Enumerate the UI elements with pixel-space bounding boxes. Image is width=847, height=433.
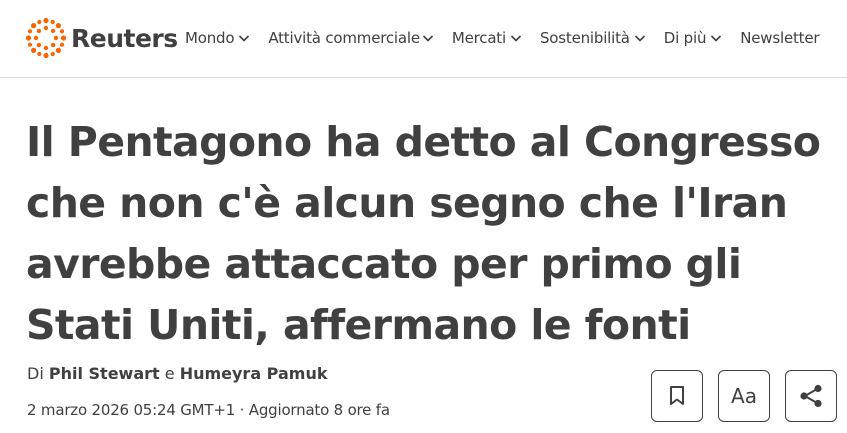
text-size-label: Aa [731, 384, 757, 408]
article-dateline: 2 marzo 2026 05:24 GMT+1 · Aggiornato 8 … [27, 401, 390, 419]
byline-conjunction: e [164, 364, 175, 383]
article-byline: Di Phil Stewart e Humeyra Pamuk [27, 364, 327, 383]
chevron-down-icon [634, 32, 646, 44]
nav-item-label: Newsletter [740, 29, 820, 47]
nav-item-mercati[interactable]: Mercati [452, 29, 522, 47]
article-actions: Aa [651, 370, 837, 422]
nav-item-di-piu[interactable]: Di più [664, 29, 722, 47]
nav-item-attivita-commerciale[interactable]: Attività commerciale [268, 29, 434, 47]
reuters-dots-logo-icon [25, 17, 67, 59]
bookmark-button[interactable] [651, 370, 703, 422]
main-nav: Mondo Attività commerciale Mercati Soste… [185, 26, 837, 50]
nav-item-label: Mondo [185, 29, 235, 47]
share-button[interactable] [785, 370, 837, 422]
chevron-down-icon [510, 32, 522, 44]
nav-item-mondo[interactable]: Mondo [185, 29, 250, 47]
nav-item-label: Sostenibilità [539, 29, 630, 47]
article-headline: Il Pentagono ha detto al Congresso che n… [26, 118, 821, 349]
nav-item-label: Attività commerciale [268, 29, 420, 47]
nav-item-label: Mercati [451, 29, 506, 47]
nav-item-sostenibilita[interactable]: Sostenibilità [540, 29, 646, 47]
chevron-down-icon [238, 32, 250, 44]
chevron-down-icon [710, 32, 722, 44]
bookmark-icon [670, 386, 684, 405]
brand-name: Reuters [71, 23, 178, 53]
author-link-humeyra-pamuk[interactable]: Humeyra Pamuk [180, 364, 328, 383]
chevron-down-icon [422, 32, 434, 44]
reuters-logo[interactable]: Reuters [25, 17, 178, 59]
top-navigation-bar: Reuters Mondo Attività commerciale Merca… [0, 0, 847, 78]
text-size-button[interactable]: Aa [718, 370, 770, 422]
nav-item-newsletter[interactable]: Newsletter [740, 29, 819, 47]
author-link-phil-stewart[interactable]: Phil Stewart [49, 364, 160, 383]
nav-item-label: Di più [663, 29, 707, 47]
share-icon [800, 384, 822, 408]
byline-prefix: Di [27, 364, 44, 383]
